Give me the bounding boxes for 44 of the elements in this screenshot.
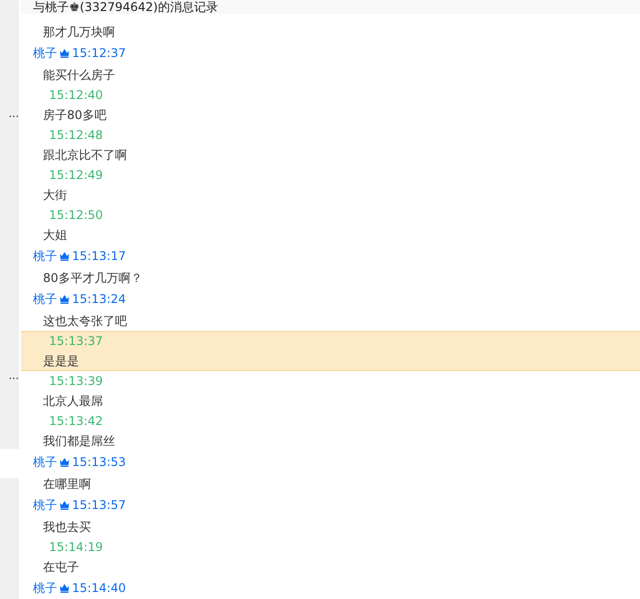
crown-icon (59, 500, 70, 510)
crown-icon (59, 251, 70, 261)
selected-row[interactable]: 15:13:37 是是是 (21, 331, 640, 371)
sender-name: 桃子 (33, 497, 57, 514)
message-text: 跟北京比不了啊 (43, 148, 127, 162)
message-text: 是是是 (43, 354, 79, 368)
message-time: 15:13:24 (72, 291, 126, 308)
message-text: 能买什么房子 (43, 68, 115, 82)
message-text: 80多平才几万啊？ (43, 271, 142, 285)
message-text: 大街 (43, 188, 67, 202)
message-time: 15:13:53 (72, 454, 126, 471)
message-time: 15:14:40 (72, 580, 126, 597)
message-text: 在哪里啊 (43, 477, 91, 491)
crown-icon (59, 294, 70, 304)
message-time: 15:14:19 (49, 538, 103, 556)
message-time: 15:13:37 (49, 332, 103, 350)
crown-icon (59, 48, 70, 58)
message-text: 房子80多吧 (43, 108, 106, 122)
message-time: 15:13:39 (49, 372, 103, 390)
crown-icon (59, 457, 70, 467)
message-text: 我也去买 (43, 520, 91, 534)
sender-name: 桃子 (33, 291, 57, 308)
sidebar-item[interactable]: ... (8, 368, 19, 384)
message-time: 15:12:37 (72, 45, 126, 62)
sidebar-item[interactable]: ... (8, 106, 19, 122)
message-time: 15:12:50 (49, 206, 103, 224)
message-text: 那才几万块啊 (43, 25, 115, 39)
sender-name: 桃子 (33, 580, 57, 597)
message-text: 在屯子 (43, 560, 79, 574)
message-time: 15:13:57 (72, 497, 126, 514)
message-text: 这也太夸张了吧 (43, 314, 127, 328)
message-time: 15:13:42 (49, 412, 103, 430)
message-time: 15:12:48 (49, 126, 103, 144)
message-text: 大姐 (43, 228, 67, 242)
sender-name: 桃子 (33, 45, 57, 62)
message-time: 15:12:49 (49, 166, 103, 184)
sender-name: 桃子 (33, 454, 57, 471)
message-time: 15:12:40 (49, 86, 103, 104)
message-text: 北京人最屌 (43, 394, 103, 408)
crown-icon (59, 583, 70, 593)
sender-name: 桃子 (33, 248, 57, 265)
message-text: 我们都是屌丝 (43, 434, 115, 448)
window-title: 与桃子♚(332794642)的消息记录 (33, 0, 218, 14)
message-time: 15:13:17 (72, 248, 126, 265)
